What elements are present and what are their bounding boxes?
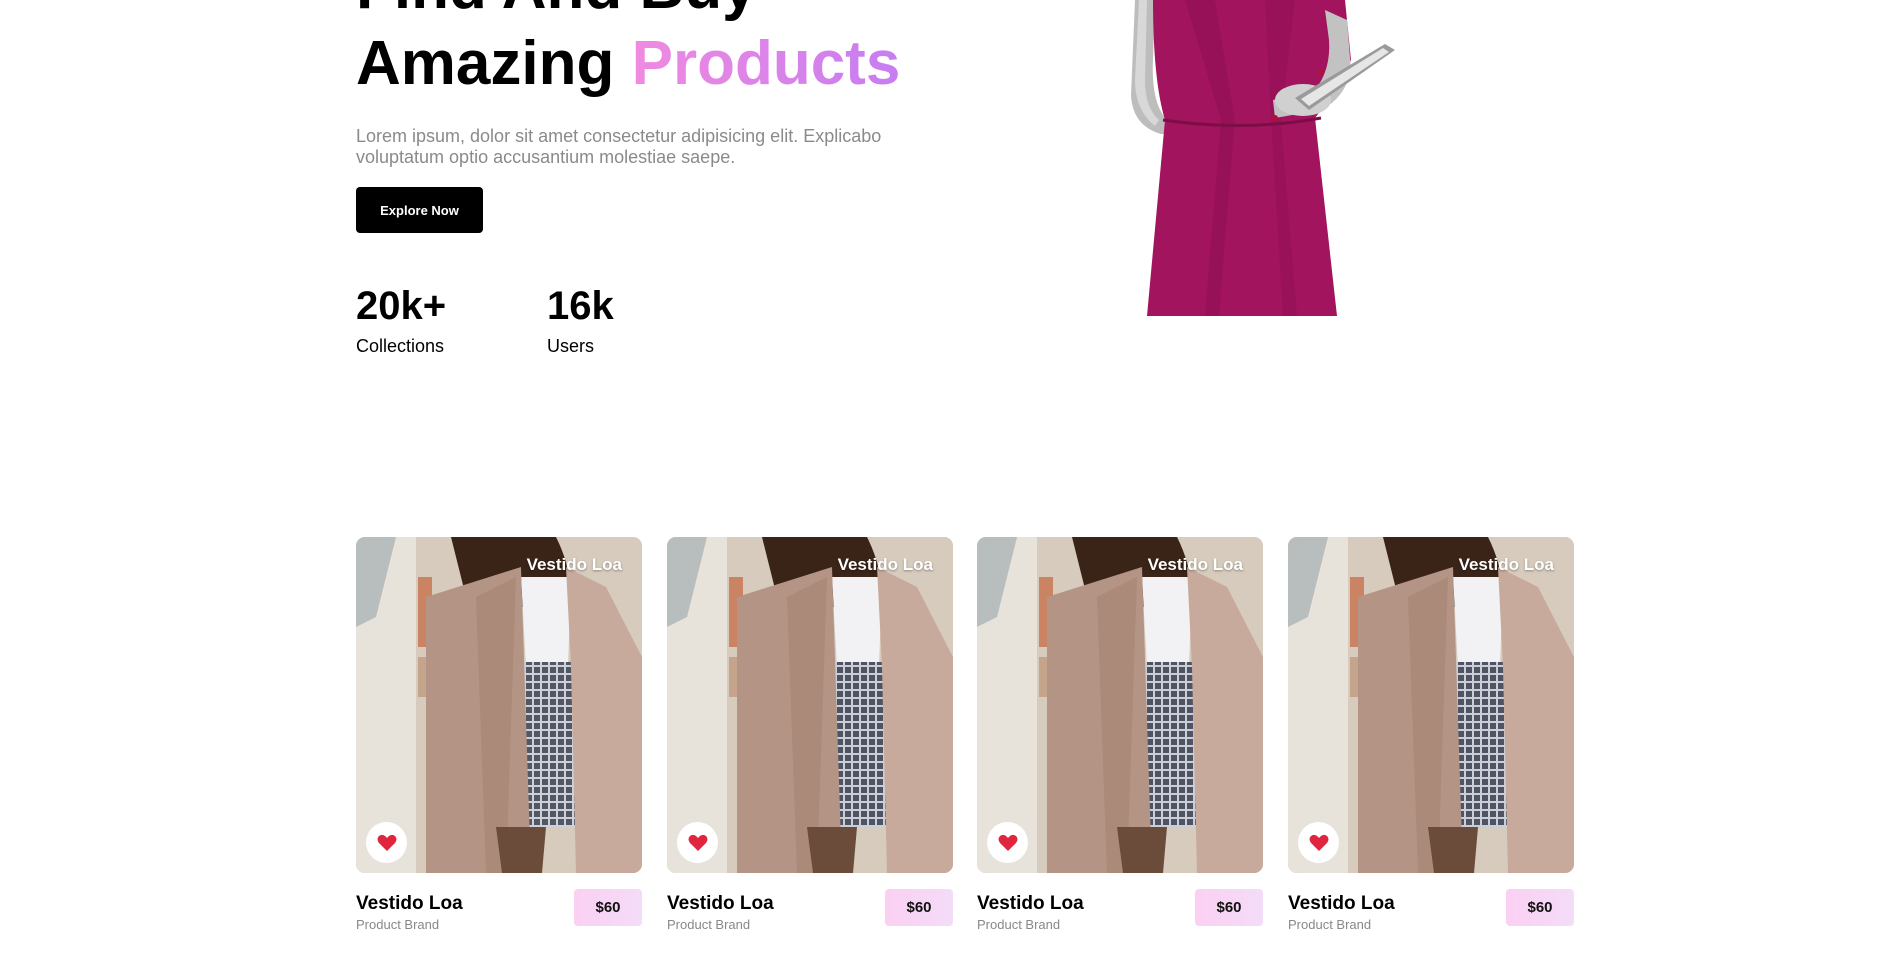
- product-image[interactable]: Vestido Loa: [1288, 537, 1574, 873]
- product-info: Vestido Loa Product Brand $60: [977, 889, 1263, 949]
- product-card[interactable]: Vestido Loa Vestido Loa Product Brand $6…: [356, 537, 642, 949]
- stat-label: Users: [547, 336, 595, 356]
- price-badge: $60: [574, 889, 642, 926]
- product-brand: Product Brand: [1288, 917, 1372, 932]
- price-badge: $60: [1506, 889, 1574, 926]
- product-info: Vestido Loa Product Brand $60: [667, 889, 953, 949]
- hero-description: Lorem ipsum, dolor sit amet consectetur …: [356, 126, 882, 167]
- hero-title: Find And Buy Amazing Products: [356, 0, 900, 102]
- favorite-button[interactable]: [987, 822, 1028, 863]
- favorite-button[interactable]: [1298, 822, 1339, 863]
- product-brand: Product Brand: [977, 917, 1061, 932]
- stat-value: 16k: [547, 284, 614, 328]
- product-name: Vestido Loa: [977, 893, 1084, 914]
- heart-icon: [998, 834, 1017, 851]
- product-brand: Product Brand: [356, 917, 440, 932]
- hero-model-image: [1125, 0, 1415, 316]
- product-image[interactable]: Vestido Loa: [977, 537, 1263, 873]
- product-name: Vestido Loa: [1288, 893, 1395, 914]
- price-badge: $60: [1195, 889, 1263, 926]
- hero-title-prefix: Amazing: [356, 29, 632, 98]
- stat-value: 20k+: [356, 284, 447, 328]
- product-info: Vestido Loa Product Brand $60: [356, 889, 642, 949]
- explore-now-button[interactable]: Explore Now: [356, 187, 483, 233]
- favorite-button[interactable]: [677, 822, 718, 863]
- product-image-label: Vestido Loa: [1458, 555, 1554, 574]
- product-brand: Product Brand: [667, 917, 751, 932]
- product-image[interactable]: Vestido Loa: [356, 537, 642, 873]
- product-info: Vestido Loa Product Brand $60: [1288, 889, 1574, 949]
- product-card[interactable]: Vestido Loa Vestido Loa Product Brand $6…: [1288, 537, 1574, 949]
- price-badge: $60: [885, 889, 953, 926]
- product-card[interactable]: Vestido Loa Vestido Loa Product Brand $6…: [667, 537, 953, 949]
- heart-icon: [377, 834, 396, 851]
- product-image[interactable]: Vestido Loa: [667, 537, 953, 873]
- hero-title-accent: Products: [631, 29, 901, 98]
- product-image-label: Vestido Loa: [526, 555, 622, 574]
- favorite-button[interactable]: [366, 822, 407, 863]
- product-name: Vestido Loa: [356, 893, 463, 914]
- product-name: Vestido Loa: [667, 893, 774, 914]
- stat-users: 16k Users: [547, 283, 614, 357]
- product-card[interactable]: Vestido Loa Vestido Loa Product Brand $6…: [977, 537, 1263, 949]
- product-image-label: Vestido Loa: [1147, 555, 1243, 574]
- heart-icon: [688, 834, 707, 851]
- stat-collections: 20k+ Collections: [356, 283, 446, 357]
- hero-title-line1: Find And Buy: [356, 0, 757, 22]
- heart-icon: [1309, 834, 1328, 851]
- stat-label: Collections: [356, 336, 445, 356]
- product-image-label: Vestido Loa: [837, 555, 933, 574]
